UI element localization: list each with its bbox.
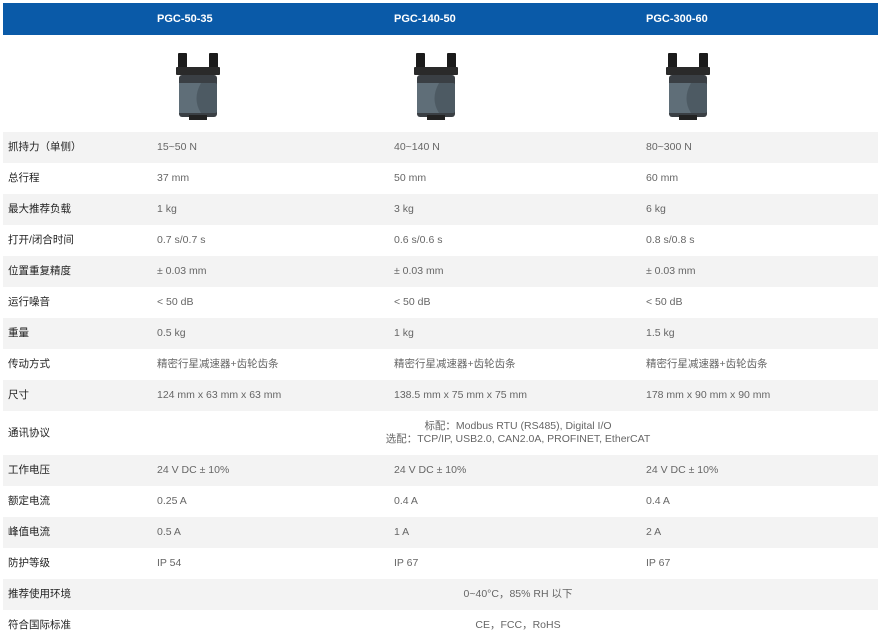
cell: 37 mm xyxy=(157,172,190,184)
cell: 1.5 kg xyxy=(646,327,675,339)
row-label: 符合国际标准 xyxy=(8,619,71,631)
cell: IP 67 xyxy=(646,557,671,569)
cell: 50 mm xyxy=(394,172,427,184)
table-row: 尺寸 124 mm x 63 mm x 63 mm 138.5 mm x 75 … xyxy=(3,380,878,411)
cell: IP 67 xyxy=(394,557,419,569)
model-header-2: PGC-140-50 xyxy=(394,13,456,25)
cell: 124 mm x 63 mm x 63 mm xyxy=(157,389,282,401)
row-label: 通讯协议 xyxy=(8,427,50,439)
cell: ± 0.03 mm xyxy=(394,265,444,277)
comm-optional: 选配：TCP/IP, USB2.0, CAN2.0A, PROFINET, Et… xyxy=(385,433,651,445)
gripper-image-pgc-50-35 xyxy=(176,53,220,120)
row-label: 位置重复精度 xyxy=(8,265,71,277)
cell: 0.25 A xyxy=(157,495,187,507)
cell: 精密行星减速器+齿轮齿条 xyxy=(157,358,279,370)
cell: 0.8 s/0.8 s xyxy=(646,234,695,246)
table-row: 工作电压 24 V DC ± 10% 24 V DC ± 10% 24 V DC… xyxy=(3,455,878,486)
cell: 精密行星减速器+齿轮齿条 xyxy=(394,358,516,370)
cell: 0.7 s/0.7 s xyxy=(157,234,206,246)
cell: 3 kg xyxy=(394,203,414,215)
table-row-comm: 通讯协议 标配：Modbus RTU (RS485), Digital I/O … xyxy=(3,411,878,455)
standards-value: CE，FCC，RoHS xyxy=(475,619,561,631)
table-row: 总行程 37 mm 50 mm 60 mm xyxy=(3,163,878,194)
model-header-1: PGC-50-35 xyxy=(157,13,213,25)
cell: ± 0.03 mm xyxy=(646,265,696,277)
row-label: 推荐使用环境 xyxy=(8,588,71,600)
table-row: 峰值电流 0.5 A 1 A 2 A xyxy=(3,517,878,548)
comm-standard: 标配：Modbus RTU (RS485), Digital I/O xyxy=(424,420,612,432)
cell: 0.5 A xyxy=(157,526,181,538)
row-label: 最大推荐负载 xyxy=(8,203,71,215)
cell: 178 mm x 90 mm x 90 mm xyxy=(646,389,771,401)
cell: 138.5 mm x 75 mm x 75 mm xyxy=(394,389,528,401)
gripper-image-pgc-300-60 xyxy=(666,53,710,120)
cell: 1 A xyxy=(394,526,410,538)
table-row: 额定电流 0.25 A 0.4 A 0.4 A xyxy=(3,486,878,517)
table-header: PGC-50-35 PGC-140-50 PGC-300-60 xyxy=(3,3,878,35)
table-row: 抓持力（单侧） 15~50 N 40~140 N 80~300 N xyxy=(3,132,878,163)
cell: < 50 dB xyxy=(394,296,431,308)
row-label: 额定电流 xyxy=(8,495,50,507)
row-label: 峰值电流 xyxy=(8,526,50,538)
table-row: 传动方式 精密行星减速器+齿轮齿条 精密行星减速器+齿轮齿条 精密行星减速器+齿… xyxy=(3,349,878,380)
cell: 24 V DC ± 10% xyxy=(157,464,230,476)
cell: < 50 dB xyxy=(157,296,194,308)
cell: 80~300 N xyxy=(646,141,692,153)
cell: 1 kg xyxy=(157,203,177,215)
table-row: 打开/闭合时间 0.7 s/0.7 s 0.6 s/0.6 s 0.8 s/0.… xyxy=(3,225,878,256)
cell: 0.4 A xyxy=(394,495,418,507)
cell: < 50 dB xyxy=(646,296,683,308)
cell: 6 kg xyxy=(646,203,666,215)
row-label: 尺寸 xyxy=(8,389,29,401)
model-header-3: PGC-300-60 xyxy=(646,13,708,25)
cell: 1 kg xyxy=(394,327,414,339)
row-label: 防护等级 xyxy=(8,557,50,569)
row-label: 工作电压 xyxy=(8,464,50,476)
row-label: 传动方式 xyxy=(8,358,50,370)
cell: 24 V DC ± 10% xyxy=(646,464,719,476)
table-row-standards: 符合国际标准 CE，FCC，RoHS xyxy=(3,610,878,641)
row-label: 抓持力（单侧） xyxy=(8,141,82,153)
product-image-row xyxy=(3,35,878,132)
cell: 2 A xyxy=(646,526,662,538)
table-row: 最大推荐负载 1 kg 3 kg 6 kg xyxy=(3,194,878,225)
cell: 40~140 N xyxy=(394,141,440,153)
cell: 精密行星减速器+齿轮齿条 xyxy=(646,358,768,370)
cell: 0.6 s/0.6 s xyxy=(394,234,443,246)
row-label: 总行程 xyxy=(8,172,40,184)
env-value: 0~40°C，85% RH 以下 xyxy=(463,588,573,600)
row-label: 重量 xyxy=(8,327,29,339)
table-row-env: 推荐使用环境 0~40°C，85% RH 以下 xyxy=(3,579,878,610)
table-row: 防护等级 IP 54 IP 67 IP 67 xyxy=(3,548,878,579)
gripper-image-pgc-140-50 xyxy=(414,53,458,120)
cell: 24 V DC ± 10% xyxy=(394,464,467,476)
cell: 60 mm xyxy=(646,172,679,184)
cell: 0.5 kg xyxy=(157,327,186,339)
cell: 15~50 N xyxy=(157,141,197,153)
cell: IP 54 xyxy=(157,557,182,569)
table-row: 位置重复精度 ± 0.03 mm ± 0.03 mm ± 0.03 mm xyxy=(3,256,878,287)
cell: 0.4 A xyxy=(646,495,670,507)
table-row: 运行噪音 < 50 dB < 50 dB < 50 dB xyxy=(3,287,878,318)
row-label: 运行噪音 xyxy=(8,296,50,308)
cell: ± 0.03 mm xyxy=(157,265,207,277)
row-label: 打开/闭合时间 xyxy=(8,234,74,246)
spec-table: PGC-50-35 PGC-140-50 PGC-300-60 抓持力（单侧） … xyxy=(0,0,881,642)
table-row: 重量 0.5 kg 1 kg 1.5 kg xyxy=(3,318,878,349)
